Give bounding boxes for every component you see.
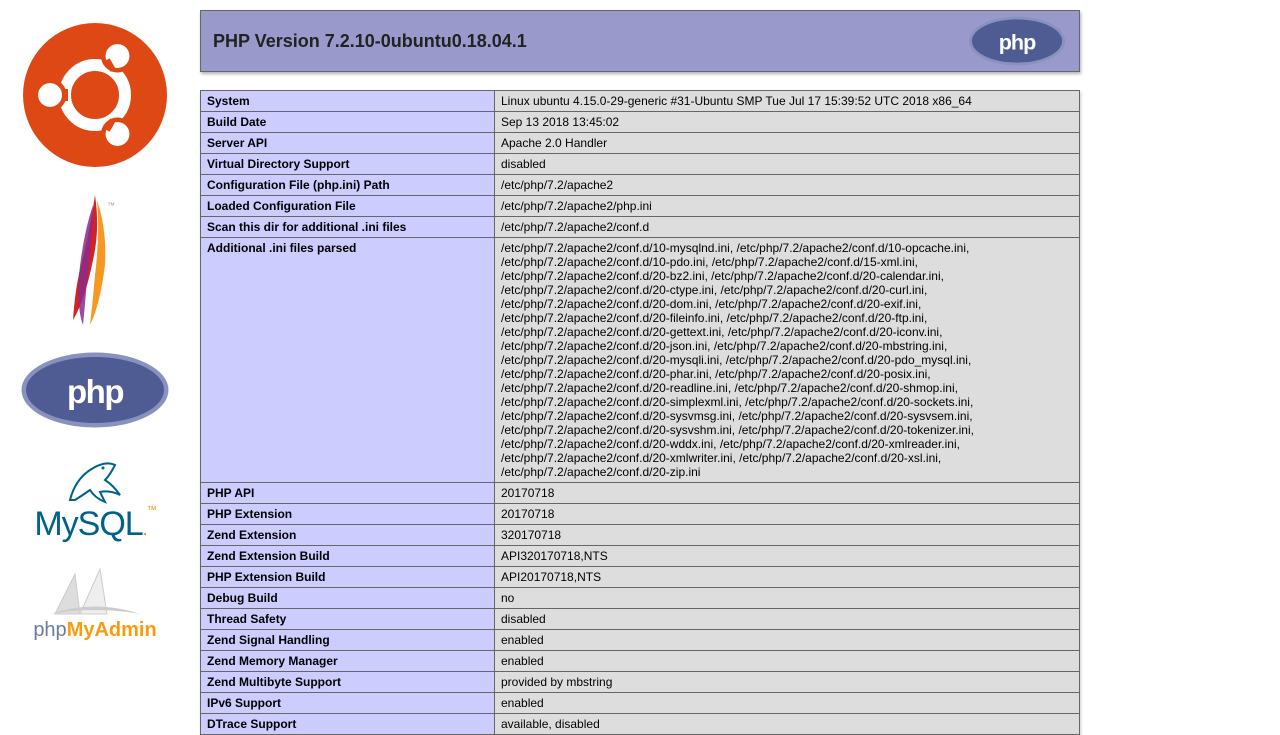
php-version-title: PHP Version 7.2.10-0ubuntu0.18.04.1 [213, 31, 527, 52]
info-key: Build Date [201, 112, 495, 133]
table-row: Debug Buildno [201, 588, 1080, 609]
table-row: Scan this dir for additional .ini files/… [201, 217, 1080, 238]
info-value: API320170718,NTS [495, 546, 1080, 567]
info-value: enabled [495, 651, 1080, 672]
svg-text:php: php [67, 373, 123, 410]
info-key: Zend Signal Handling [201, 630, 495, 651]
php-header-logo-icon: php [967, 15, 1067, 67]
info-key: Configuration File (php.ini) Path [201, 175, 495, 196]
ubuntu-logo-icon [20, 20, 170, 170]
info-value: Sep 13 2018 13:45:02 [495, 112, 1080, 133]
table-row: Zend Memory Managerenabled [201, 651, 1080, 672]
apache-logo-icon: ™ [50, 190, 140, 330]
table-row: Zend Multibyte Supportprovided by mbstri… [201, 672, 1080, 693]
table-row: PHP API20170718 [201, 483, 1080, 504]
info-key: Thread Safety [201, 609, 495, 630]
table-row: Thread Safetydisabled [201, 609, 1080, 630]
info-value: /etc/php/7.2/apache2/conf.d [495, 217, 1080, 238]
table-row: Build DateSep 13 2018 13:45:02 [201, 112, 1080, 133]
table-row: Zend Extension320170718 [201, 525, 1080, 546]
table-row: PHP Extension BuildAPI20170718,NTS [201, 567, 1080, 588]
info-key: PHP Extension Build [201, 567, 495, 588]
info-value: Linux ubuntu 4.15.0-29-generic #31-Ubunt… [495, 91, 1080, 112]
info-key: PHP API [201, 483, 495, 504]
mysql-logo-icon: MySQL.™ [34, 450, 155, 544]
svg-text:™: ™ [107, 201, 115, 210]
table-row: Loaded Configuration File/etc/php/7.2/ap… [201, 196, 1080, 217]
info-value: /etc/php/7.2/apache2 [495, 175, 1080, 196]
info-value: 20170718 [495, 483, 1080, 504]
table-row: Zend Signal Handlingenabled [201, 630, 1080, 651]
info-key: Additional .ini files parsed [201, 238, 495, 483]
info-key: Zend Multibyte Support [201, 672, 495, 693]
phpinfo-panel: PHP Version 7.2.10-0ubuntu0.18.04.1 php … [200, 10, 1080, 735]
info-value: enabled [495, 693, 1080, 714]
info-value: available, disabled [495, 714, 1080, 735]
info-key: Loaded Configuration File [201, 196, 495, 217]
table-row: IPv6 Supportenabled [201, 693, 1080, 714]
phpinfo-table: SystemLinux ubuntu 4.15.0-29-generic #31… [200, 90, 1080, 735]
info-value: disabled [495, 154, 1080, 175]
svg-text:php: php [999, 29, 1036, 54]
table-row: Server APIApache 2.0 Handler [201, 133, 1080, 154]
phpmyadmin-logo-icon: phpMyAdmin [33, 564, 156, 642]
table-row: Virtual Directory Supportdisabled [201, 154, 1080, 175]
info-key: IPv6 Support [201, 693, 495, 714]
info-value: Apache 2.0 Handler [495, 133, 1080, 154]
info-key: Virtual Directory Support [201, 154, 495, 175]
info-value: /etc/php/7.2/apache2/php.ini [495, 196, 1080, 217]
info-value: no [495, 588, 1080, 609]
info-key: DTrace Support [201, 714, 495, 735]
phpinfo-header: PHP Version 7.2.10-0ubuntu0.18.04.1 php [200, 10, 1080, 72]
info-value: enabled [495, 630, 1080, 651]
table-row: SystemLinux ubuntu 4.15.0-29-generic #31… [201, 91, 1080, 112]
mysql-text: MySQL [34, 505, 142, 543]
pma-text-2: MyAdmin [67, 619, 157, 641]
sidebar-logos: ™ php MySQL.™ phpMyAdmin [10, 20, 180, 642]
info-key: Scan this dir for additional .ini files [201, 217, 495, 238]
info-key: System [201, 91, 495, 112]
table-row: PHP Extension20170718 [201, 504, 1080, 525]
info-key: PHP Extension [201, 504, 495, 525]
info-key: Zend Extension Build [201, 546, 495, 567]
info-key: Debug Build [201, 588, 495, 609]
info-key: Zend Extension [201, 525, 495, 546]
table-row: DTrace Supportavailable, disabled [201, 714, 1080, 735]
info-value: 320170718 [495, 525, 1080, 546]
info-value: provided by mbstring [495, 672, 1080, 693]
info-value: disabled [495, 609, 1080, 630]
table-row: Configuration File (php.ini) Path/etc/ph… [201, 175, 1080, 196]
table-row: Additional .ini files parsed/etc/php/7.2… [201, 238, 1080, 483]
info-key: Zend Memory Manager [201, 651, 495, 672]
pma-text-1: php [33, 619, 66, 641]
php-logo-icon: php [20, 350, 170, 430]
info-key: Server API [201, 133, 495, 154]
info-value: /etc/php/7.2/apache2/conf.d/10-mysqlnd.i… [495, 238, 1080, 483]
info-value: 20170718 [495, 504, 1080, 525]
table-row: Zend Extension BuildAPI320170718,NTS [201, 546, 1080, 567]
info-value: API20170718,NTS [495, 567, 1080, 588]
